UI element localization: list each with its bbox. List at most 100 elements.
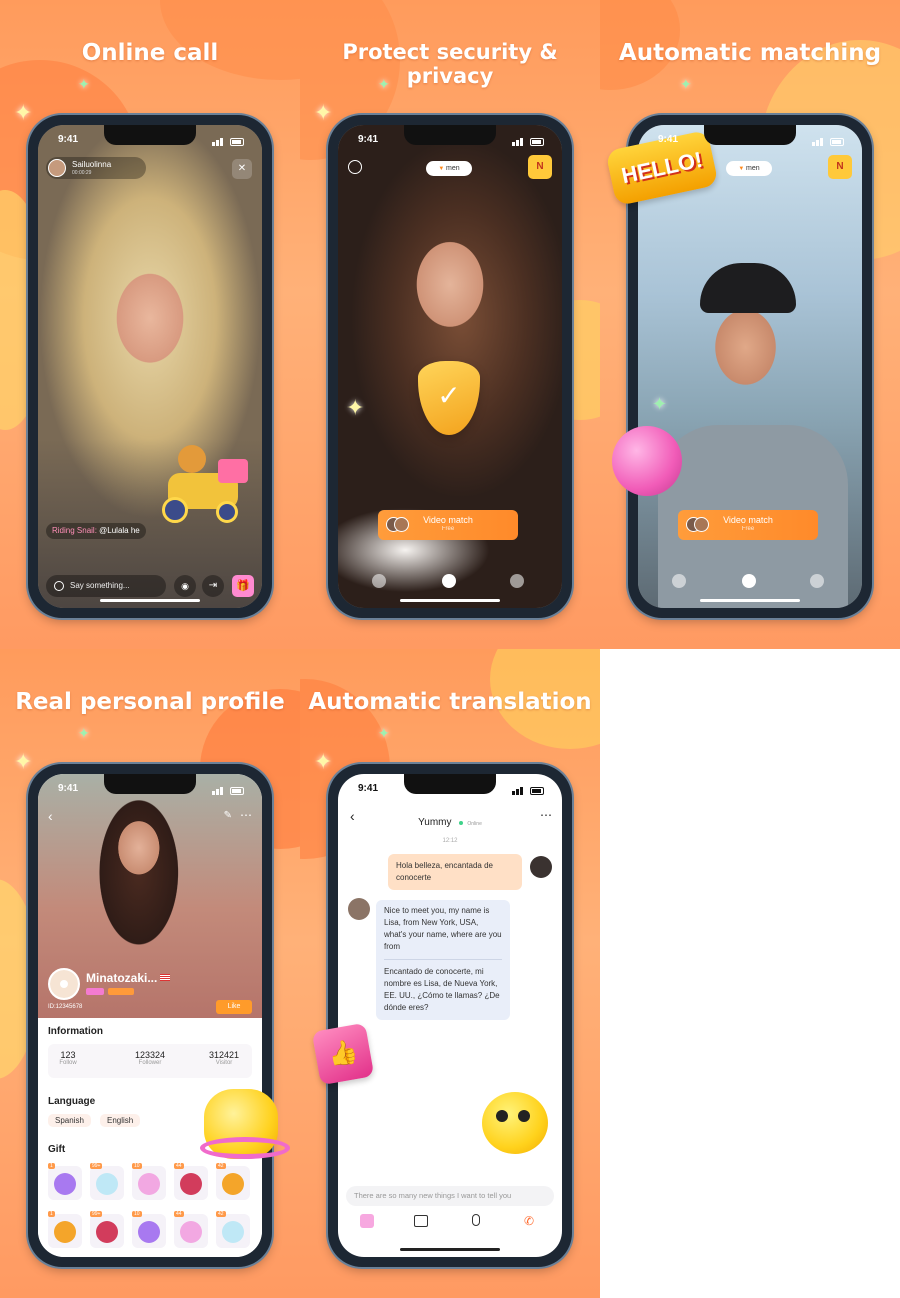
panel-translation: Automatic translation ✦ ✦ 9:41 ‹ Yummy O…	[300, 649, 600, 1298]
more-icon[interactable]: ⋯	[240, 808, 252, 822]
like-button[interactable]: Like	[216, 1000, 252, 1014]
gift-item[interactable]: 99+	[90, 1211, 124, 1248]
status-bar: 9:41	[338, 783, 562, 797]
gift-item[interactable]: 1	[48, 1211, 82, 1248]
sparkle-icon: ✦	[78, 725, 90, 741]
gender-filter-chip[interactable]: men	[426, 161, 472, 176]
chat-toolbar: ✆	[338, 1214, 562, 1232]
flag-icon	[160, 974, 170, 981]
status-time: 9:41	[358, 134, 379, 145]
chat-bubble-icon	[54, 581, 64, 591]
message-incoming: Nice to meet you, my name is Lisa, from …	[376, 900, 510, 1020]
history-clock-icon[interactable]	[348, 160, 362, 174]
gift-item[interactable]: 10	[132, 1163, 166, 1200]
gift-message: Riding Snail: @Lulala he	[46, 523, 146, 539]
gift-icon[interactable]	[360, 1214, 374, 1228]
gift-item[interactable]: 44	[174, 1163, 208, 1200]
tab-profile-icon[interactable]	[672, 574, 686, 588]
microphone-icon[interactable]	[472, 1214, 480, 1226]
caller-info[interactable]: Sailuolinna 00:00:29	[46, 157, 146, 179]
back-icon[interactable]: ‹	[48, 808, 53, 824]
signal-wifi-battery-icon	[212, 135, 246, 146]
badge-n-icon[interactable]: N	[528, 155, 552, 179]
section-gift: Gift	[48, 1144, 66, 1155]
stats-row: 123 Follow 123324 Follower 312421 Visito…	[48, 1044, 252, 1078]
status-time: 9:41	[358, 783, 379, 794]
vip-badge	[108, 988, 134, 995]
sparkle-icon: ✦	[314, 100, 333, 125]
signal-wifi-battery-icon	[512, 135, 546, 146]
message-outgoing: Hola belleza, encantada de conocerte	[388, 854, 522, 890]
more-icon[interactable]: ⋯	[540, 808, 552, 822]
chat-timestamp: 12:12	[442, 838, 458, 844]
stat-follow[interactable]: 123 Follow	[48, 1050, 88, 1066]
video-match-button[interactable]: Video match Free	[378, 510, 518, 540]
exit-icon[interactable]: ⇥	[202, 575, 224, 597]
avatar[interactable]	[48, 968, 80, 1000]
gift-item[interactable]: 10	[132, 1211, 166, 1248]
sparkle-icon: ✦	[78, 76, 90, 92]
video-match-label: Video match	[723, 515, 773, 525]
sparkle-icon: ✦	[680, 76, 692, 92]
gift-item[interactable]: 42	[216, 1163, 250, 1200]
tab-messages-icon[interactable]	[510, 574, 524, 588]
match-screen: 9:41 men N Video match Free	[638, 125, 862, 608]
panel-security: Protect security & privacy ✦ ✦ 9:41 men …	[300, 0, 600, 649]
avatar	[48, 159, 66, 177]
video-match-sub: Free	[441, 526, 455, 532]
bottom-tab-bar	[338, 572, 562, 596]
tab-match-icon[interactable]	[742, 574, 756, 588]
panel-title: Real personal profile	[15, 689, 285, 715]
message-input[interactable]: There are so many new things I want to t…	[346, 1186, 554, 1206]
section-information: Information	[48, 1026, 103, 1037]
gift-item[interactable]: 44	[174, 1211, 208, 1248]
status-time: 9:41	[58, 783, 79, 794]
status-bar: 9:41	[338, 134, 562, 148]
level-badge	[86, 988, 104, 995]
status-bar: 9:41	[38, 783, 262, 797]
tab-profile-icon[interactable]	[372, 574, 386, 588]
gift-animation-motorbike	[158, 445, 258, 535]
tab-match-icon[interactable]	[442, 574, 456, 588]
stat-follower[interactable]: 123324 Follower	[122, 1050, 178, 1066]
contact-name[interactable]: Yummy	[418, 817, 451, 828]
gift-icon[interactable]: 🎁	[232, 575, 254, 597]
gift-item[interactable]: 42	[216, 1211, 250, 1248]
badge-n-icon[interactable]: N	[828, 155, 852, 179]
language-tag: Spanish	[48, 1114, 91, 1127]
tab-messages-icon[interactable]	[810, 574, 824, 588]
profile-name: Minatozaki...	[86, 971, 158, 985]
message-input[interactable]: Say something...	[46, 575, 166, 597]
camera-icon[interactable]: ◉	[174, 575, 196, 597]
status-bar: 9:41	[38, 134, 262, 148]
stat-visitor[interactable]: 312421 Visitor	[196, 1050, 252, 1066]
gift-item[interactable]: 1	[48, 1163, 82, 1200]
video-match-button[interactable]: Video match Free	[678, 510, 818, 540]
phone-frame: 9:41 men N ✓ ✦ Video match Free	[328, 115, 572, 618]
gender-filter-chip[interactable]: men	[726, 161, 772, 176]
star-sticker-ring	[200, 1137, 290, 1159]
panel-title: Online call	[81, 40, 219, 66]
caller-name: Sailuolinna	[72, 160, 112, 169]
edit-icon[interactable]: ✎	[224, 810, 232, 821]
message-original: Nice to meet you, my name is Lisa, from …	[384, 906, 502, 951]
phone-frame: 9:41 ‹ Yummy Online ⋯ 12:12 Hola belleza…	[328, 764, 572, 1267]
input-placeholder: Say something...	[70, 581, 130, 590]
avatar-self	[530, 856, 552, 878]
sparkle-icon: ✦	[14, 100, 33, 125]
section-language: Language	[48, 1096, 96, 1107]
video-match-sub: Free	[741, 526, 755, 532]
video-call-icon[interactable]: ✆	[524, 1214, 534, 1228]
image-icon[interactable]	[414, 1215, 428, 1227]
sparkle-icon: ✦	[652, 394, 668, 414]
planet-sticker	[612, 426, 682, 496]
signal-wifi-battery-icon	[812, 135, 846, 146]
language-tag: English	[100, 1114, 141, 1127]
status-time: 9:41	[58, 134, 79, 145]
sparkle-icon: ✦	[314, 749, 333, 774]
gift-item[interactable]: 99+	[90, 1163, 124, 1200]
gift-sender: Riding Snail:	[52, 526, 97, 535]
thumbs-up-sticker: 👍	[311, 1022, 375, 1086]
close-icon[interactable]: ✕	[232, 159, 252, 179]
chat-header: Yummy Online	[338, 812, 562, 830]
